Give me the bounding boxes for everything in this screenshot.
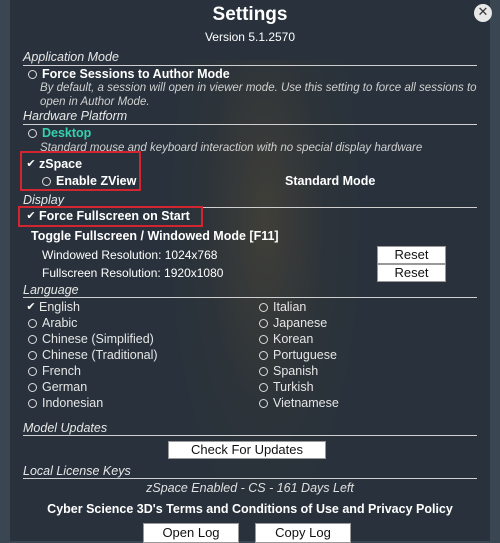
- language-label: Vietnamese: [273, 396, 339, 410]
- language-option-chinese-simplified[interactable]: Chinese (Simplified): [28, 332, 154, 346]
- language-radio[interactable]: [259, 382, 268, 392]
- language-label: Chinese (Simplified): [42, 332, 154, 346]
- language-label: Portuguese: [273, 348, 337, 362]
- language-radio[interactable]: [259, 366, 268, 376]
- windowed-resolution-label: Windowed Resolution: 1024x768: [42, 248, 218, 262]
- language-radio[interactable]: [28, 366, 37, 376]
- zspace-label: zSpace: [39, 157, 83, 171]
- language-label: Chinese (Traditional): [42, 348, 158, 362]
- language-radio[interactable]: [259, 398, 268, 408]
- language-option-indonesian[interactable]: Indonesian: [28, 396, 103, 410]
- language-radio[interactable]: [28, 318, 37, 328]
- open-log-button[interactable]: Open Log: [143, 523, 239, 543]
- check-for-updates-button[interactable]: Check For Updates: [168, 441, 326, 459]
- license-status: zSpace Enabled - CS - 161 Days Left: [146, 481, 354, 495]
- toggle-fullscreen-label: Toggle Fullscreen / Windowed Mode [F11]: [31, 229, 279, 243]
- section-display: Display: [23, 193, 64, 207]
- language-option-german[interactable]: German: [28, 380, 87, 394]
- author-mode-description: By default, a session will open in viewe…: [40, 82, 477, 108]
- reset-windowed-button[interactable]: Reset: [377, 246, 446, 264]
- section-model-updates: Model Updates: [23, 421, 108, 435]
- reset-fullscreen-button[interactable]: Reset: [377, 264, 446, 282]
- language-radio[interactable]: [28, 334, 37, 344]
- version-label: Version 5.1.2570: [204, 30, 296, 44]
- language-option-english[interactable]: ✔ English: [26, 300, 80, 314]
- divider: [23, 435, 477, 436]
- enable-zview-option[interactable]: Enable ZView: [42, 174, 136, 188]
- standard-mode-label: Standard Mode: [285, 174, 376, 188]
- language-option-vietnamese[interactable]: Vietnamese: [259, 396, 339, 410]
- desktop-option[interactable]: Desktop: [28, 126, 91, 140]
- force-author-mode-option[interactable]: Force Sessions to Author Mode: [28, 67, 230, 81]
- language-option-arabic[interactable]: Arabic: [28, 316, 77, 330]
- language-option-italian[interactable]: Italian: [259, 300, 306, 314]
- divider: [23, 65, 477, 66]
- language-option-korean[interactable]: Korean: [259, 332, 313, 346]
- enable-zview-radio[interactable]: [42, 176, 51, 186]
- language-radio[interactable]: [259, 302, 268, 312]
- close-icon[interactable]: ✕: [474, 4, 492, 22]
- language-label: Indonesian: [42, 396, 104, 410]
- language-label: Korean: [273, 332, 314, 346]
- language-radio[interactable]: [28, 350, 37, 360]
- language-label: French: [42, 364, 81, 378]
- zspace-option[interactable]: ✔ zSpace: [26, 157, 82, 171]
- zspace-check-icon[interactable]: ✔: [26, 158, 36, 169]
- language-radio[interactable]: [259, 350, 268, 360]
- force-fullscreen-option[interactable]: ✔ Force Fullscreen on Start: [26, 209, 190, 223]
- divider: [23, 124, 477, 125]
- divider: [23, 297, 477, 298]
- section-hardware-platform: Hardware Platform: [23, 109, 128, 123]
- language-label: English: [39, 300, 80, 314]
- force-fullscreen-label: Force Fullscreen on Start: [39, 209, 190, 223]
- divider: [23, 478, 477, 479]
- language-option-turkish[interactable]: Turkish: [259, 380, 314, 394]
- force-fullscreen-check-icon[interactable]: ✔: [26, 210, 36, 221]
- language-radio[interactable]: [28, 382, 37, 392]
- force-author-mode-label: Force Sessions to Author Mode: [42, 67, 230, 81]
- language-option-japanese[interactable]: Japanese: [259, 316, 327, 330]
- desktop-radio[interactable]: [28, 128, 37, 138]
- language-label: Arabic: [42, 316, 78, 330]
- enable-zview-label: Enable ZView: [56, 174, 137, 188]
- language-radio[interactable]: [28, 398, 37, 408]
- window-title: Settings: [212, 4, 288, 25]
- desktop-label: Desktop: [42, 126, 92, 140]
- language-label: German: [42, 380, 88, 394]
- section-application-mode: Application Mode: [23, 50, 119, 64]
- language-label: Italian: [273, 300, 307, 314]
- language-label: Japanese: [273, 316, 328, 330]
- fullscreen-resolution-label: Fullscreen Resolution: 1920x1080: [42, 266, 224, 280]
- language-option-chinese-traditional[interactable]: Chinese (Traditional): [28, 348, 158, 362]
- terms-and-conditions-link[interactable]: Cyber Science 3D's Terms and Conditions …: [0, 502, 500, 516]
- language-label: Turkish: [273, 380, 314, 394]
- force-author-mode-radio[interactable]: [28, 69, 37, 79]
- language-option-spanish[interactable]: Spanish: [259, 364, 318, 378]
- section-local-license-keys: Local License Keys: [23, 464, 131, 478]
- english-check-icon[interactable]: ✔: [26, 301, 36, 312]
- copy-log-button[interactable]: Copy Log: [255, 523, 351, 543]
- language-radio[interactable]: [259, 318, 268, 328]
- section-language: Language: [23, 283, 79, 297]
- language-radio[interactable]: [259, 334, 268, 344]
- language-option-french[interactable]: French: [28, 364, 81, 378]
- language-label: Spanish: [273, 364, 319, 378]
- language-option-portuguese[interactable]: Portuguese: [259, 348, 337, 362]
